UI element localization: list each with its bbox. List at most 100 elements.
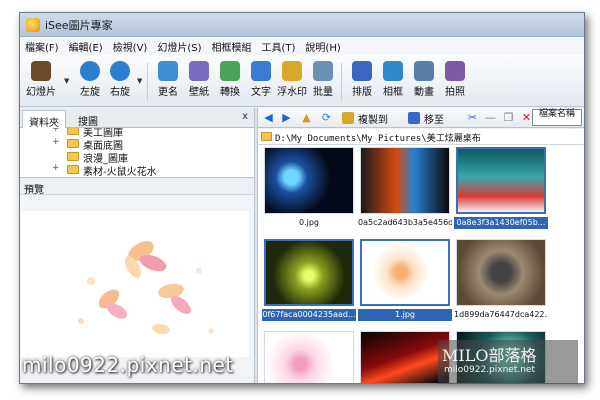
watermark-url: milo0922.pixnet.net — [444, 365, 535, 375]
animation-label: 動畫 — [414, 87, 434, 98]
forward-arrow-icon[interactable]: ▶ — [280, 111, 293, 124]
text-icon — [251, 61, 271, 81]
folder-icon — [261, 132, 272, 141]
tree-item[interactable]: + 桌面底圖 — [20, 137, 240, 152]
folder-icon — [67, 152, 79, 161]
menu-help[interactable]: 說明(H) — [300, 39, 345, 54]
preview-header: 預覽 — [20, 179, 254, 196]
rotate-right-icon — [110, 61, 130, 81]
back-arrow-icon[interactable]: ◀ — [262, 111, 275, 124]
folder-tree: + 美工圖庫 + 桌面底圖 浪漫_圖庫 + 素材-火鼠火花水 — [20, 128, 254, 178]
thumbnail-item[interactable]: 0a8e3f3a1430ef05b... — [454, 147, 548, 230]
thumbnail-image — [264, 239, 354, 306]
watermark-text: milo0922.pixnet.net — [22, 353, 234, 377]
preview-pane — [20, 195, 254, 375]
toolbar-separator — [147, 63, 148, 101]
tab-folders[interactable]: 資料夾 — [22, 110, 66, 129]
menu-bar: 檔案(F) 編輯(E) 檢視(V) 幻燈片(S) 相框模組 工具(T) 說明(H… — [20, 37, 584, 55]
convert-label: 轉換 — [220, 87, 240, 98]
thumbnail-caption: 0a8e3f3a1430ef05b... — [454, 217, 548, 229]
tree-item-label: 素材-火鼠火花水 — [83, 167, 157, 178]
tree-item[interactable]: + 素材-火鼠火花水 — [20, 163, 240, 178]
main-toolbar: 幻燈片 ▼ 左旋 右旋 ▼ 更名 壁紙 轉換 文字 浮水印 批量 排版 相框 動… — [20, 55, 584, 107]
menu-tools[interactable]: 工具(T) — [257, 39, 301, 54]
tree-item[interactable]: + 美工圖庫 — [20, 128, 240, 139]
thumbnail-image — [360, 147, 450, 214]
rename-button[interactable]: 更名 — [151, 59, 185, 103]
current-path: D:\My Documents\My Pictures\美工炫麗桌布 — [275, 134, 481, 144]
rotate-right-label: 右旋 — [110, 87, 130, 98]
animation-icon — [414, 61, 434, 81]
thumbnail-caption: 0.jpg — [298, 218, 319, 227]
menu-edit[interactable]: 編輯(E) — [64, 39, 108, 54]
window-title: iSee圖片專家 — [45, 18, 113, 32]
flower-illustration — [78, 241, 214, 335]
wallpaper-button[interactable]: 壁紙 — [182, 59, 216, 103]
rotate-left-button[interactable]: 左旋 — [73, 59, 107, 103]
camera-button[interactable]: 拍照 — [438, 59, 472, 103]
batch-label: 批量 — [313, 87, 333, 98]
left-panel-tabs: 資料夾 搜圖 x — [20, 108, 254, 129]
expand-icon[interactable]: + — [52, 137, 60, 147]
thumbnail-caption: 1d899da76447dca422... — [454, 310, 548, 319]
thumbnail-item[interactable]: 1.jpg — [358, 239, 452, 322]
folder-up-icon[interactable]: ▲ — [300, 111, 313, 124]
expand-icon[interactable]: + — [52, 163, 60, 173]
text-button[interactable]: 文字 — [244, 59, 278, 103]
copy-icon-small[interactable]: ❐ — [502, 111, 515, 124]
tab-search[interactable]: 搜圖 — [72, 110, 104, 128]
thumbnail-image — [264, 147, 354, 214]
rotate-left-label: 左旋 — [80, 87, 100, 98]
slideshow-icon — [31, 61, 51, 81]
frame-icon — [383, 61, 403, 81]
layout-button[interactable]: 排版 — [345, 59, 379, 103]
thumbnail-caption: 0f67faca0004235aad... — [262, 309, 356, 321]
slideshow-button[interactable]: 幻燈片 — [24, 59, 58, 103]
path-bar[interactable]: D:\My Documents\My Pictures\美工炫麗桌布 — [258, 129, 584, 145]
watermark-title: MILO部落格 — [442, 346, 537, 365]
thumbnail-item[interactable]: 0.jpg — [262, 147, 356, 230]
move-to-button[interactable]: 移至 — [408, 111, 444, 126]
thumbnail-item[interactable]: 1d899da76447dca422... — [454, 239, 548, 322]
folder-icon — [67, 139, 79, 148]
watermark-label: 浮水印 — [277, 87, 307, 98]
watermark-button[interactable]: 浮水印 — [275, 59, 309, 103]
copy-icon — [342, 112, 354, 124]
wallpaper-icon — [189, 61, 209, 81]
rotate-dropdown-icon[interactable]: ▼ — [137, 77, 142, 85]
toolbar-separator — [341, 63, 342, 101]
thumbnail-image — [360, 331, 450, 383]
convert-icon — [220, 61, 240, 81]
rotate-left-icon — [80, 61, 100, 81]
copy-to-label: 複製到 — [358, 115, 388, 126]
animation-button[interactable]: 動畫 — [407, 59, 441, 103]
app-window: iSee圖片專家 檔案(F) 編輯(E) 檢視(V) 幻燈片(S) 相框模組 工… — [19, 12, 585, 384]
expand-icon[interactable]: + — [52, 128, 60, 134]
menu-view[interactable]: 檢視(V) — [108, 39, 153, 54]
camera-label: 拍照 — [445, 87, 465, 98]
menu-frame-module[interactable]: 相框模組 — [207, 39, 257, 54]
batch-button[interactable]: 批量 — [306, 59, 340, 103]
menu-file[interactable]: 檔案(F) — [20, 39, 64, 54]
convert-button[interactable]: 轉換 — [213, 59, 247, 103]
refresh-icon[interactable]: ⟳ — [320, 111, 333, 124]
zoom-slider-icon[interactable]: — — [484, 111, 497, 124]
thumbnail-item[interactable]: 0f67faca0004235aad... — [262, 239, 356, 322]
thumbnail-item[interactable] — [262, 331, 356, 383]
copy-to-button[interactable]: 複製到 — [342, 111, 388, 126]
camera-icon — [445, 61, 465, 81]
frame-button[interactable]: 相框 — [376, 59, 410, 103]
slideshow-dropdown-icon[interactable]: ▼ — [64, 77, 69, 85]
close-panel-icon[interactable]: x — [242, 111, 248, 122]
layout-icon — [352, 61, 372, 81]
folder-icon — [67, 165, 79, 174]
cut-icon[interactable]: ✂ — [466, 111, 479, 124]
menu-slideshow[interactable]: 幻燈片(S) — [152, 39, 206, 54]
watermark-badge: MILO部落格 milo0922.pixnet.net — [438, 340, 578, 384]
layout-label: 排版 — [352, 87, 372, 98]
thumbnail-caption: 0a5c2ad643b3a5e456d... — [358, 218, 452, 227]
thumbnail-item[interactable]: 0a5c2ad643b3a5e456d... — [358, 147, 452, 230]
rotate-right-button[interactable]: 右旋 — [103, 59, 137, 103]
tree-item[interactable]: 浪漫_圖庫 — [20, 150, 240, 165]
sort-select[interactable]: 檔案名稱 — [532, 109, 582, 126]
